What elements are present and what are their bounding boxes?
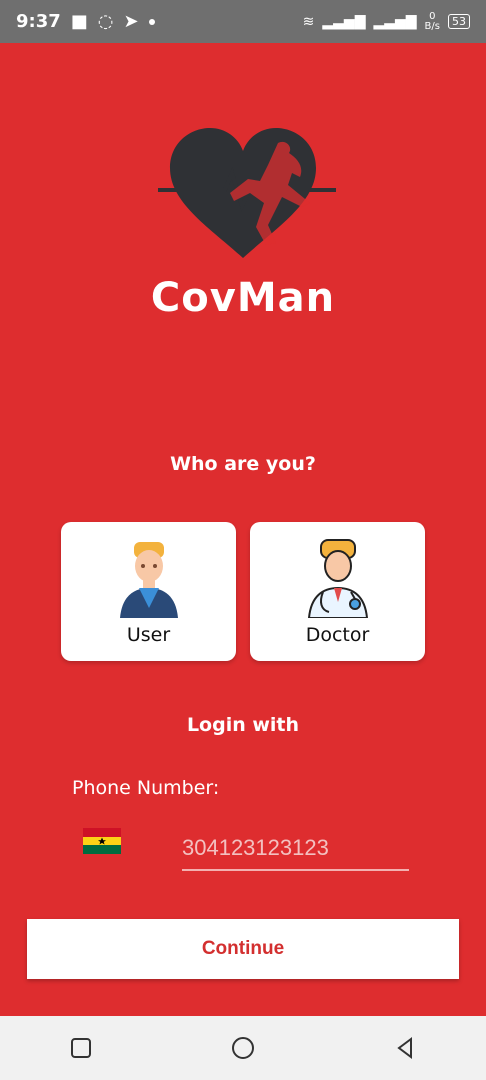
navigation-bar bbox=[0, 1016, 486, 1080]
phone-number-label: Phone Number: bbox=[72, 777, 220, 799]
recent-apps-button[interactable] bbox=[61, 1028, 101, 1068]
notification-dot-icon bbox=[148, 18, 155, 25]
status-bar: 9:37 ■ ◌ ➤ ≋ ▂▃▅▇ ▂▃▅▇ 0 B/s 53 bbox=[0, 0, 486, 43]
user-avatar-icon bbox=[119, 542, 178, 618]
app-logo bbox=[150, 123, 336, 263]
app-title: CovMan bbox=[150, 275, 336, 321]
home-icon bbox=[232, 1037, 254, 1059]
back-button[interactable] bbox=[385, 1028, 425, 1068]
battery-icon: 53 bbox=[448, 14, 470, 29]
notification-square-icon: ■ bbox=[70, 11, 88, 32]
battery-level: 53 bbox=[452, 15, 466, 28]
role-question: Who are you? bbox=[170, 453, 316, 475]
telegram-icon: ➤ bbox=[123, 11, 139, 32]
network-speed-unit: B/s bbox=[424, 20, 440, 32]
doctor-role-card[interactable]: Doctor bbox=[250, 522, 425, 661]
main-screen: CovMan Who are you? User Doctor Login wi… bbox=[0, 43, 486, 1016]
user-role-card[interactable]: User bbox=[61, 522, 236, 661]
signal-icon: ▂▃▅▇ bbox=[322, 13, 366, 30]
heart-logo-icon bbox=[158, 128, 336, 258]
doctor-avatar-icon bbox=[307, 539, 368, 618]
whatsapp-icon: ◌ bbox=[97, 11, 114, 32]
status-left: 9:37 ■ ◌ ➤ bbox=[16, 11, 155, 32]
continue-button[interactable]: Continue bbox=[27, 919, 459, 979]
wifi-icon: ≋ bbox=[302, 13, 315, 30]
login-title: Login with bbox=[186, 714, 300, 736]
recent-apps-icon bbox=[71, 1038, 91, 1058]
network-speed-value: 0 bbox=[429, 10, 436, 22]
status-icons: ≋ ▂▃▅▇ ▂▃▅▇ 0 B/s 53 bbox=[302, 10, 470, 32]
home-button[interactable] bbox=[223, 1028, 263, 1068]
doctor-role-label: Doctor bbox=[305, 624, 370, 646]
user-role-label: User bbox=[126, 624, 171, 646]
ghana-flag-icon[interactable] bbox=[83, 828, 121, 854]
signal-icon-2: ▂▃▅▇ bbox=[373, 13, 417, 30]
phone-number-input[interactable] bbox=[182, 827, 409, 871]
status-time: 9:37 bbox=[16, 11, 61, 32]
back-icon bbox=[397, 1037, 412, 1059]
network-speed: 0 B/s bbox=[424, 10, 440, 32]
